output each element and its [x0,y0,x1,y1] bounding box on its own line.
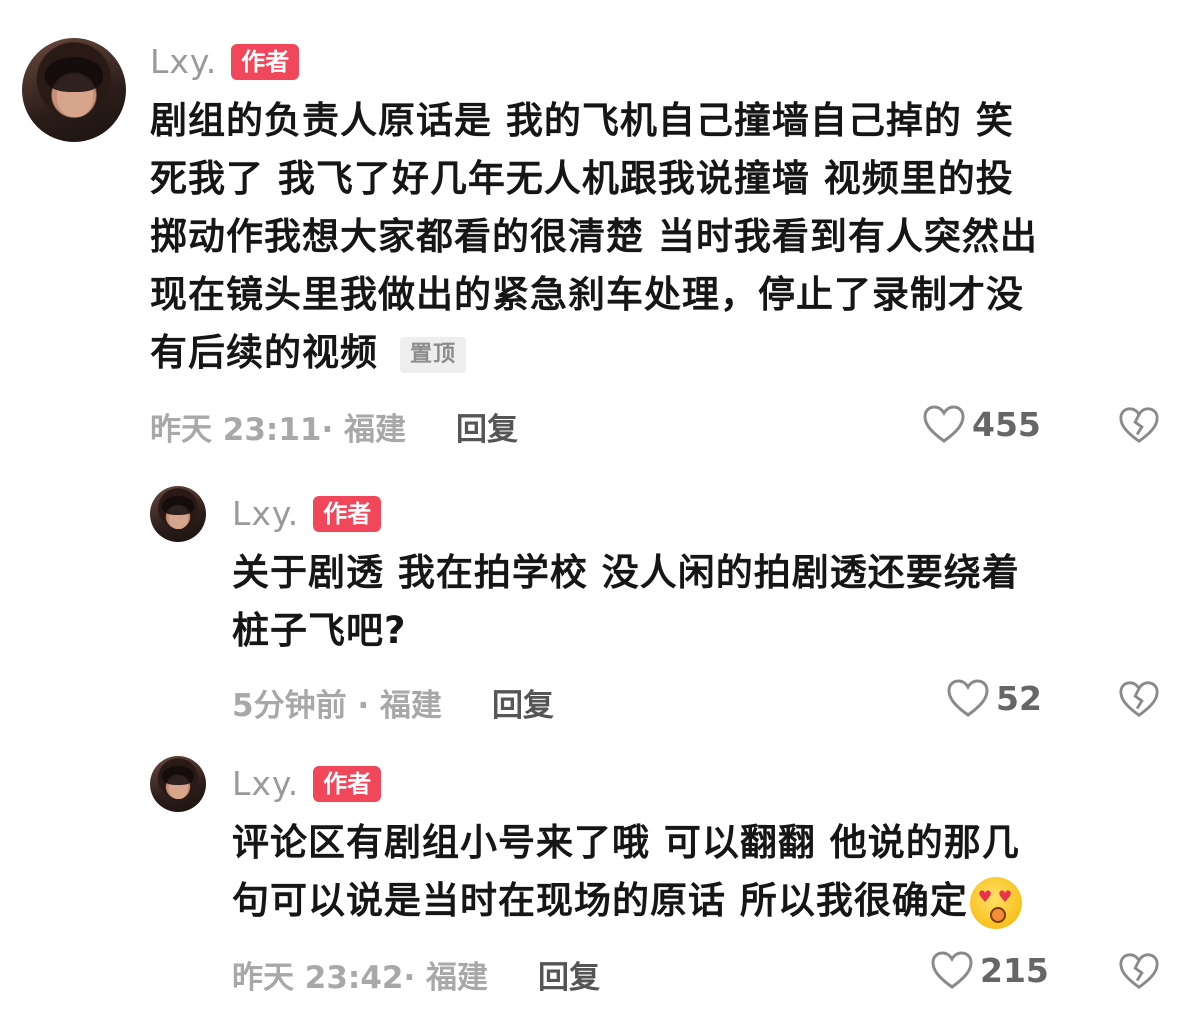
dislike-icon[interactable] [1118,950,1160,992]
avatar[interactable] [22,38,126,142]
heart-icon [931,951,973,989]
like-button[interactable]: 52 [946,678,1042,718]
dislike-icon[interactable] [1118,404,1160,446]
comment-line: 掷动作我想大家都看的很清楚 当时我看到有人突然出 [150,215,1038,258]
username[interactable]: Lxy. [232,764,299,803]
reply-button[interactable]: 回复 [492,680,554,725]
reply-button[interactable]: 回复 [456,404,518,449]
like-button[interactable]: 455 [922,404,1041,444]
comment-line: 桩子飞吧? [232,609,407,652]
heart-icon [923,405,965,443]
comment-text: 评论区有剧组小号来了哦 可以翻翻 他说的那几 句可以说是当时在现场的原话 所以我… [232,814,1182,930]
comment-text: 剧组的负责人原话是 我的飞机自己撞墙自己掉的 笑 死我了 我飞了好几年无人机跟我… [150,92,1180,382]
author-badge: 作者 [313,765,382,802]
like-count: 52 [996,678,1042,718]
timestamp-location: 昨天 23:42· 福建 [232,960,489,996]
comment-line: 句可以说是当时在现场的原话 所以我很确定 ♥ ♥ [232,872,1182,930]
avatar[interactable] [150,486,206,542]
comment-line: 评论区有剧组小号来了哦 可以翻翻 他说的那几 [232,821,1020,864]
comment-line: 有后续的视频 置顶 [150,324,1180,382]
comment-line: 现在镜头里我做出的紧急刹车处理，停止了录制才没 [150,273,1024,316]
heart-icon [947,679,989,717]
comment-line: 死我了 我飞了好几年无人机跟我说撞墙 视频里的投 [150,157,1014,200]
like-count: 215 [980,950,1049,990]
heart-eyes-emoji-icon: ♥ ♥ [969,876,1022,929]
username[interactable]: Lxy. [150,42,217,81]
comment-line: 剧组的负责人原话是 我的飞机自己撞墙自己掉的 笑 [150,99,1014,142]
pinned-badge: 置顶 [400,336,467,373]
comment-line: 关于剧透 我在拍学校 没人闲的拍剧透还要绕着 [232,551,1020,594]
dislike-icon[interactable] [1118,678,1160,720]
comment-text: 关于剧透 我在拍学校 没人闲的拍剧透还要绕着 桩子飞吧? [232,544,1182,660]
username[interactable]: Lxy. [232,494,299,533]
author-badge: 作者 [231,43,300,80]
timestamp-location: 昨天 23:11· 福建 [150,412,407,448]
comment-line-text: 句可以说是当时在现场的原话 所以我很确定 [232,879,968,922]
like-button[interactable]: 215 [930,950,1049,990]
avatar[interactable] [150,756,206,812]
like-count: 455 [972,404,1041,444]
author-badge: 作者 [313,495,382,532]
comment-line-text: 有后续的视频 [150,331,378,374]
timestamp-location: 5分钟前 · 福建 [232,688,442,724]
reply-button[interactable]: 回复 [538,952,600,997]
